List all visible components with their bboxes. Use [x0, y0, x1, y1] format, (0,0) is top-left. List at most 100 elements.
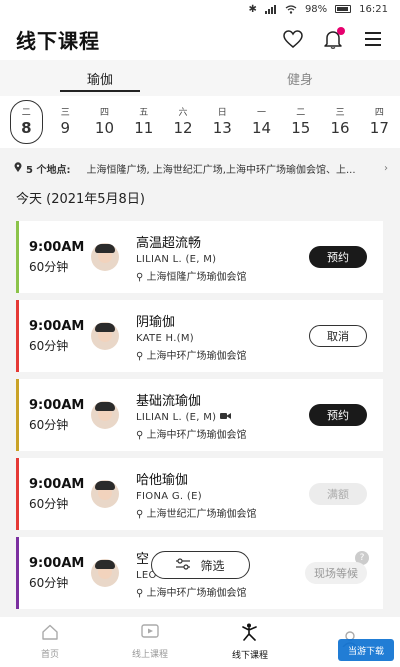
category-tabs: 瑜伽 健身 [0, 60, 400, 96]
status-bar: ✱ 98% 16:21 [0, 0, 400, 18]
battery-icon [335, 5, 352, 13]
waitlist-button[interactable]: 现场等候 [305, 562, 367, 584]
location-pin-icon: ⚲ [136, 587, 147, 599]
battery-percent: 98% [304, 3, 328, 15]
class-card[interactable]: 9:00AM 60分钟 哈他瑜伽 FIONA G. (E) ⚲ 上海世纪汇广场瑜伽… [16, 458, 383, 530]
class-card[interactable]: 9:00AM 60分钟 阴瑜伽 KATE H.(M) ⚲ 上海中环广场瑜伽会馆 取… [16, 300, 383, 372]
cancel-button[interactable]: 取消 [309, 325, 367, 347]
teacher-name: LILIAN L. (E, M) [136, 411, 217, 423]
signal-icon [264, 4, 277, 14]
date-item[interactable]: 六 12 [164, 100, 201, 144]
menu-icon[interactable] [362, 28, 384, 50]
class-time: 9:00AM [29, 318, 85, 334]
book-button[interactable]: 预约 [309, 404, 367, 426]
class-time: 9:00AM [29, 397, 85, 413]
date-day: 8 [21, 118, 32, 137]
avatar [91, 322, 119, 350]
location-count: 5 个地点: [26, 164, 71, 176]
date-item[interactable]: 二 15 [282, 100, 319, 144]
date-item-selected[interactable]: 二8 [10, 100, 43, 144]
class-time: 9:00AM [29, 476, 85, 492]
date-day: 16 [330, 118, 350, 137]
bluetooth-icon: ✱ [248, 3, 257, 15]
date-day: 11 [134, 118, 154, 137]
class-duration: 60分钟 [29, 338, 69, 353]
date-day: 17 [369, 118, 389, 137]
venue-name: 上海中环广场瑜伽会馆 [146, 350, 247, 362]
class-duration: 60分钟 [29, 417, 69, 432]
venue-name: 上海恒隆广场瑜伽会馆 [146, 271, 247, 283]
date-weekday: 二 [21, 107, 31, 118]
clock: 16:21 [359, 3, 388, 15]
location-pin-icon [14, 161, 22, 175]
heart-icon[interactable] [282, 28, 304, 50]
nav-label: 线下课程 [231, 651, 268, 661]
class-card[interactable]: 9:00AM 60分钟 高温超流畅 LILIAN L. (E, M) ⚲ 上海恒隆… [16, 221, 383, 293]
date-weekday: 一 [257, 107, 267, 118]
location-pin-icon: ⚲ [136, 508, 147, 520]
date-weekday: 四 [374, 107, 384, 118]
class-duration: 60分钟 [29, 575, 69, 590]
class-card[interactable]: 9:00AM 60分钟 基础流瑜伽 LILIAN L. (E, M) ⚲ 上海中环… [16, 379, 383, 451]
date-weekday: 二 [296, 107, 306, 118]
home-icon [41, 624, 59, 643]
today-heading: 今天 (2021年5月8日) [16, 192, 145, 207]
date-day: 15 [291, 118, 311, 137]
teacher-name: FIONA G. (E) [136, 490, 202, 502]
avatar [91, 243, 119, 271]
date-weekday: 三 [60, 107, 70, 118]
bell-icon[interactable] [322, 27, 345, 50]
teacher-name: KATE H.(M) [136, 332, 195, 344]
date-item[interactable]: 四 17 [361, 100, 398, 144]
filter-label: 筛选 [200, 558, 225, 573]
date-day: 12 [173, 118, 193, 137]
location-pin-icon: ⚲ [136, 271, 147, 283]
page-title: 线下课程 [16, 28, 100, 53]
venue-name: 上海中环广场瑜伽会馆 [146, 429, 247, 441]
class-time: 9:00AM [29, 239, 85, 255]
location-filter[interactable]: 5 个地点: 上海恒隆广场, 上海世纪汇广场,上海中环广场瑜伽会馆、上... › [0, 157, 400, 179]
date-selector: 二8 三9 四 10 五 11 六 12 日 13 一 14 二 15 三 16 四 17 [0, 96, 400, 148]
avatar [91, 401, 119, 429]
teacher-name: LILIAN L. (E, M) [136, 253, 217, 265]
date-item[interactable]: 一 14 [243, 100, 280, 144]
date-weekday: 三 [335, 107, 345, 118]
book-button[interactable]: 预约 [309, 246, 367, 268]
nav-label: 首页 [40, 650, 59, 660]
tab-fitness[interactable]: 健身 [200, 60, 400, 96]
date-item[interactable]: 三 16 [321, 100, 358, 144]
filter-button[interactable]: 筛选 [151, 551, 250, 579]
date-item[interactable]: 四 10 [86, 100, 123, 144]
date-day: 10 [94, 118, 115, 137]
date-weekday: 五 [139, 107, 149, 118]
nav-offline-classes[interactable]: 线下课程 [200, 617, 300, 667]
class-time: 9:00AM [29, 555, 85, 571]
nav-online-classes[interactable]: 线上课程 [100, 617, 200, 667]
notification-dot [337, 27, 345, 35]
venue-name: 上海中环广场瑜伽会馆 [146, 587, 247, 599]
app-header: 线下课程 [0, 18, 400, 60]
date-weekday: 日 [217, 107, 227, 118]
tab-yoga[interactable]: 瑜伽 [0, 60, 200, 96]
bottom-nav: 首页 线上课程 线下课程 当游下载 [0, 617, 400, 667]
location-pin-icon: ⚲ [136, 350, 147, 362]
date-item[interactable]: 日 13 [204, 100, 241, 144]
watermark-logo: 当游下载 [338, 639, 394, 661]
nav-home[interactable]: 首页 [0, 617, 100, 667]
date-item[interactable]: 三9 [47, 100, 84, 144]
wifi-icon [285, 4, 297, 14]
avatar [91, 559, 119, 587]
chevron-right-icon: › [384, 162, 388, 174]
avatar [91, 480, 119, 508]
date-weekday: 四 [99, 107, 109, 118]
date-weekday: 六 [178, 107, 188, 118]
video-camera-icon [220, 412, 232, 423]
date-day: 13 [212, 118, 232, 137]
venue-name: 上海世纪汇广场瑜伽会馆 [146, 508, 257, 520]
location-pin-icon: ⚲ [136, 429, 147, 441]
full-button: 满额 [309, 483, 367, 505]
video-play-icon [141, 624, 159, 643]
date-item[interactable]: 五 11 [125, 100, 162, 144]
location-list: 上海恒隆广场, 上海世纪汇广场,上海中环广场瑜伽会馆、上... [86, 164, 356, 176]
yoga-pose-icon [240, 623, 260, 644]
